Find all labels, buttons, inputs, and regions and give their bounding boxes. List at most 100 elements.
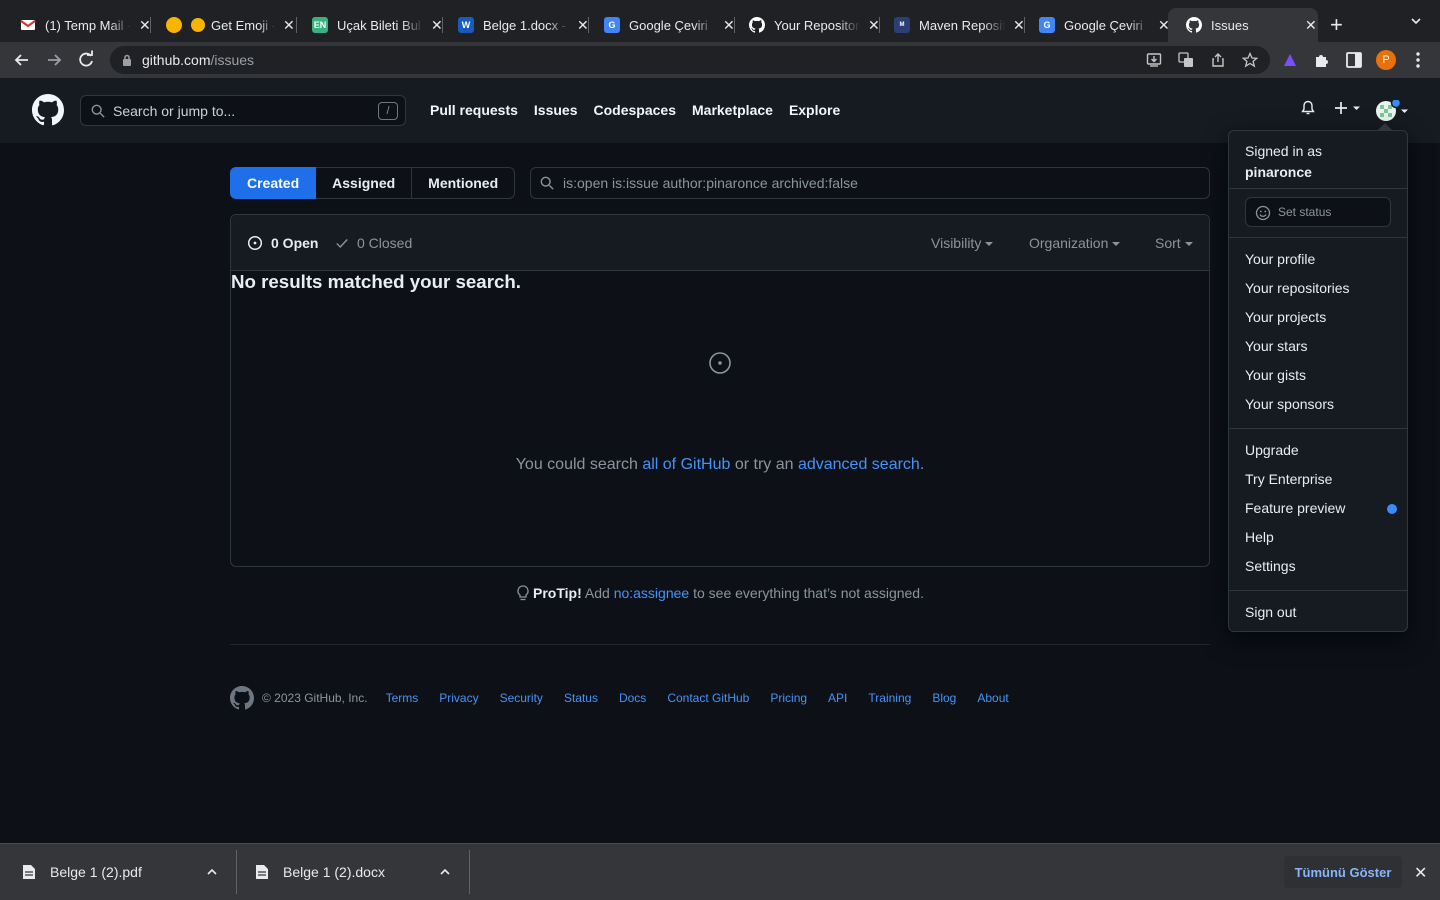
global-search-input[interactable]: Search or jump to... / bbox=[80, 95, 406, 126]
menu-feature-preview[interactable]: Feature preview bbox=[1245, 500, 1345, 516]
install-app-icon[interactable] bbox=[1146, 52, 1162, 68]
menu-help[interactable]: Help bbox=[1245, 529, 1274, 545]
browser-tab[interactable]: G Google Çeviri ✕ bbox=[1021, 8, 1170, 42]
menu-your-repositories[interactable]: Your repositories bbox=[1245, 280, 1350, 296]
side-panel-icon[interactable] bbox=[1344, 50, 1364, 70]
chevron-up-icon[interactable] bbox=[206, 866, 218, 878]
organization-dropdown[interactable]: Organization bbox=[1029, 235, 1121, 251]
footer-link-privacy[interactable]: Privacy bbox=[439, 691, 478, 705]
back-icon[interactable] bbox=[12, 50, 32, 70]
menu-try-enterprise[interactable]: Try Enterprise bbox=[1245, 471, 1332, 487]
footer-link-contact[interactable]: Contact GitHub bbox=[667, 691, 749, 705]
nav-issues[interactable]: Issues bbox=[534, 102, 578, 118]
browser-tab-strip: (1) Temp Mail - ✕ Get Emoji - ✕ EN Uçak … bbox=[0, 0, 1440, 42]
reload-icon[interactable] bbox=[76, 50, 96, 70]
footer-link-status[interactable]: Status bbox=[564, 691, 598, 705]
browser-tab[interactable]: M Maven Reposit ✕ bbox=[876, 8, 1025, 42]
github-icon bbox=[1186, 17, 1202, 33]
browser-tab[interactable]: W Belge 1.docx - ✕ bbox=[440, 8, 589, 42]
sort-dropdown[interactable]: Sort bbox=[1155, 235, 1193, 251]
tab-created[interactable]: Created bbox=[230, 167, 317, 199]
footer-link-security[interactable]: Security bbox=[500, 691, 543, 705]
show-all-downloads-button[interactable]: Tümünü Göster bbox=[1284, 856, 1402, 888]
tab-title: Google Çeviri bbox=[1064, 17, 1143, 33]
forward-icon[interactable] bbox=[44, 50, 64, 70]
footer-copyright: © 2023 GitHub, Inc. bbox=[262, 691, 368, 705]
footer-link-about[interactable]: About bbox=[977, 691, 1008, 705]
user-avatar-menu[interactable] bbox=[1376, 97, 1408, 122]
menu-upgrade[interactable]: Upgrade bbox=[1245, 442, 1299, 458]
puzzle-icon[interactable] bbox=[1312, 50, 1332, 70]
new-tab-icon[interactable]: + bbox=[1330, 12, 1343, 38]
browser-tab[interactable]: (1) Temp Mail - ✕ bbox=[2, 8, 151, 42]
browser-tab[interactable]: EN Uçak Bileti Bul ✕ bbox=[294, 8, 443, 42]
browser-toolbar: github.com/issues P bbox=[0, 42, 1440, 78]
menu-your-profile[interactable]: Your profile bbox=[1245, 251, 1315, 267]
browser-tab-active[interactable]: Issues ✕ bbox=[1168, 8, 1318, 42]
open-filter[interactable]: 0 Open bbox=[247, 235, 318, 251]
browser-tab[interactable]: Get Emoji - ✕ bbox=[148, 8, 297, 42]
caret-down-icon bbox=[1184, 242, 1193, 246]
menu-your-gists[interactable]: Your gists bbox=[1245, 367, 1306, 383]
bell-icon[interactable] bbox=[1300, 100, 1316, 116]
visibility-dropdown[interactable]: Visibility bbox=[931, 235, 994, 251]
menu-your-sponsors[interactable]: Your sponsors bbox=[1245, 396, 1334, 412]
translate-icon[interactable] bbox=[1178, 52, 1194, 68]
github-mark-icon[interactable] bbox=[230, 686, 254, 710]
protip-label: ProTip! bbox=[533, 585, 582, 601]
all-of-github-link[interactable]: all of GitHub bbox=[642, 456, 730, 473]
browser-tab[interactable]: Your Repositor ✕ bbox=[731, 8, 880, 42]
download-item[interactable]: Belge 1 (2).docx bbox=[255, 844, 465, 900]
signed-in-username[interactable]: pinaronce bbox=[1245, 162, 1322, 183]
menu-divider bbox=[1229, 188, 1407, 189]
close-icon[interactable]: ✕ bbox=[1414, 863, 1427, 883]
no-assignee-link[interactable]: no:assignee bbox=[614, 585, 690, 601]
menu-divider bbox=[1229, 237, 1407, 238]
menu-divider bbox=[1229, 590, 1407, 591]
download-item[interactable]: Belge 1 (2).pdf bbox=[22, 844, 232, 900]
header-nav: Pull requests Issues Codespaces Marketpl… bbox=[430, 102, 840, 118]
nav-pull-requests[interactable]: Pull requests bbox=[430, 102, 518, 118]
footer-link-pricing[interactable]: Pricing bbox=[770, 691, 807, 705]
issues-filter-input[interactable]: is:open is:issue author:pinaronce archiv… bbox=[530, 167, 1210, 199]
footer-link-terms[interactable]: Terms bbox=[386, 691, 419, 705]
kebab-menu-icon[interactable] bbox=[1408, 50, 1428, 70]
tab-title: Issues bbox=[1211, 17, 1249, 33]
nav-marketplace[interactable]: Marketplace bbox=[692, 102, 773, 118]
download-separator bbox=[469, 850, 470, 894]
set-status-button[interactable]: Set status bbox=[1245, 197, 1391, 227]
create-new-icon[interactable] bbox=[1333, 100, 1361, 116]
protip-before: Add bbox=[581, 585, 614, 601]
menu-your-stars[interactable]: Your stars bbox=[1245, 338, 1308, 354]
menu-sign-out[interactable]: Sign out bbox=[1245, 604, 1296, 620]
extension-icon[interactable] bbox=[1280, 50, 1300, 70]
tab-mentioned[interactable]: Mentioned bbox=[412, 167, 516, 199]
file-icon bbox=[23, 865, 35, 879]
blankslate-text-middle: or try an bbox=[730, 456, 798, 473]
footer-link-blog[interactable]: Blog bbox=[932, 691, 956, 705]
lock-icon[interactable] bbox=[122, 54, 132, 66]
menu-settings[interactable]: Settings bbox=[1245, 558, 1296, 574]
organization-label: Organization bbox=[1029, 235, 1109, 251]
bookmark-star-icon[interactable] bbox=[1242, 52, 1258, 68]
nav-explore[interactable]: Explore bbox=[789, 102, 840, 118]
address-bar[interactable]: github.com/issues bbox=[110, 46, 1270, 74]
chevron-up-icon[interactable] bbox=[439, 866, 451, 878]
profile-avatar[interactable]: P bbox=[1376, 50, 1396, 70]
advanced-search-link[interactable]: advanced search bbox=[798, 456, 920, 473]
github-logo-icon[interactable] bbox=[32, 94, 64, 126]
share-icon[interactable] bbox=[1210, 52, 1226, 68]
sort-label: Sort bbox=[1155, 235, 1181, 251]
closed-filter[interactable]: 0 Closed bbox=[335, 235, 412, 251]
footer-link-docs[interactable]: Docs bbox=[619, 691, 646, 705]
tab-close-icon[interactable]: ✕ bbox=[1305, 17, 1317, 34]
footer-link-training[interactable]: Training bbox=[868, 691, 911, 705]
nav-codespaces[interactable]: Codespaces bbox=[594, 102, 676, 118]
menu-your-projects[interactable]: Your projects bbox=[1245, 309, 1326, 325]
chevron-down-icon[interactable] bbox=[1410, 15, 1422, 27]
tab-close-icon[interactable]: ✕ bbox=[283, 17, 295, 34]
footer-link-api[interactable]: API bbox=[828, 691, 847, 705]
feature-preview-dot-icon bbox=[1387, 504, 1397, 514]
browser-tab[interactable]: G Google Çeviri ✕ bbox=[586, 8, 735, 42]
tab-assigned[interactable]: Assigned bbox=[316, 167, 413, 199]
